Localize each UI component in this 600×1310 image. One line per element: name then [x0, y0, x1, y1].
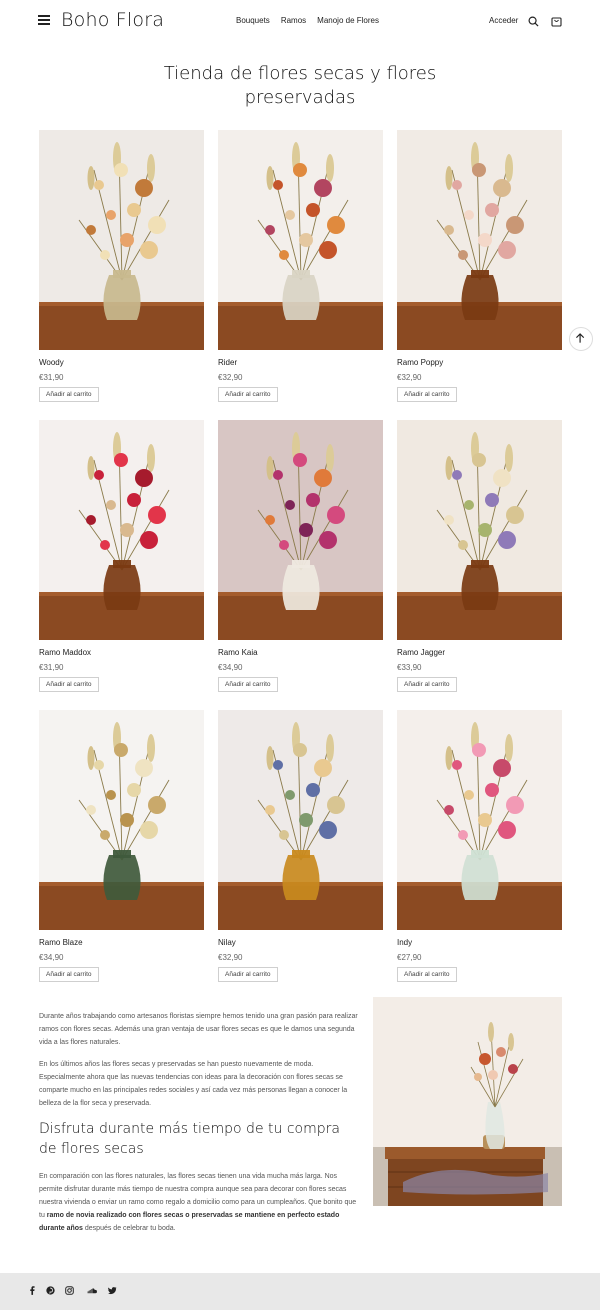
- paragraph-3-end: después de celebrar tu boda.: [82, 1225, 176, 1232]
- product-grid: Woody €31,90 Añadir al carrito Rider €32,90 A…: [39, 130, 562, 1000]
- product-card: Ramo Kaia €34,90 Añadir al carrito: [218, 420, 383, 710]
- product-name[interactable]: Rider: [218, 358, 237, 367]
- product-price: €32,90: [218, 953, 243, 962]
- product-card: Ramo Poppy €32,90 Añadir al carrito: [397, 130, 562, 420]
- product-photo: [218, 710, 383, 930]
- product-name[interactable]: Indy: [397, 938, 412, 947]
- product-photo: [39, 420, 204, 640]
- add-to-cart-button[interactable]: Añadir al carrito: [218, 967, 278, 982]
- about-paragraph-1: Durante años trabajando como artesanos f…: [39, 1013, 358, 1046]
- about-paragraph-3: En comparación con las flores naturales,…: [39, 1170, 359, 1235]
- product-photo: [397, 710, 562, 930]
- add-to-cart-button[interactable]: Añadir al carrito: [218, 387, 278, 402]
- product-card: Ramo Jagger €33,90 Añadir al carrito: [397, 420, 562, 710]
- about-section: Durante años trabajando como artesanos f…: [39, 1010, 359, 1244]
- page-title: Tienda de flores secas y flores preserva…: [163, 63, 437, 108]
- product-card: Ramo Blaze €34,90 Añadir al carrito: [39, 710, 204, 1000]
- product-price: €32,90: [218, 373, 243, 382]
- product-price: €32,90: [397, 373, 422, 382]
- product-price: €34,90: [39, 953, 64, 962]
- product-name[interactable]: Ramo Jagger: [397, 648, 445, 657]
- site-logo[interactable]: Boho Flora: [61, 9, 164, 31]
- bouquet-photo: [373, 997, 562, 1206]
- add-to-cart-button[interactable]: Añadir al carrito: [397, 677, 457, 692]
- product-image[interactable]: [397, 710, 562, 930]
- product-price: €31,90: [39, 373, 64, 382]
- nav-link-ramos[interactable]: Ramos: [281, 16, 306, 25]
- shopping-bag-icon[interactable]: [551, 15, 562, 27]
- main-nav: Bouquets Ramos Manojo de Flores: [236, 16, 379, 25]
- pinterest-icon[interactable]: [46, 1286, 55, 1295]
- add-to-cart-button[interactable]: Añadir al carrito: [39, 677, 99, 692]
- product-name[interactable]: Nilay: [218, 938, 236, 947]
- product-name[interactable]: Ramo Maddox: [39, 648, 91, 657]
- product-image[interactable]: [397, 130, 562, 350]
- product-card: Indy €27,90 Añadir al carrito: [397, 710, 562, 1000]
- product-image[interactable]: [218, 710, 383, 930]
- product-photo: [218, 420, 383, 640]
- product-photo: [397, 130, 562, 350]
- add-to-cart-button[interactable]: Añadir al carrito: [39, 387, 99, 402]
- nav-link-manojo[interactable]: Manojo de Flores: [317, 16, 379, 25]
- add-to-cart-button[interactable]: Añadir al carrito: [397, 967, 457, 982]
- section-heading: Disfruta durante más tiempo de tu compra…: [39, 1121, 340, 1157]
- product-image[interactable]: [397, 420, 562, 640]
- product-card: Ramo Maddox €31,90 Añadir al carrito: [39, 420, 204, 710]
- add-to-cart-button[interactable]: Añadir al carrito: [39, 967, 99, 982]
- site-header: Boho Flora Bouquets Ramos Manojo de Flor…: [0, 0, 600, 42]
- product-price: €34,90: [218, 663, 243, 672]
- product-name[interactable]: Ramo Poppy: [397, 358, 443, 367]
- instagram-icon[interactable]: [65, 1286, 74, 1295]
- product-photo: [39, 130, 204, 350]
- facebook-icon[interactable]: [28, 1286, 37, 1295]
- product-image[interactable]: [39, 130, 204, 350]
- arrow-up-icon: [575, 333, 585, 343]
- product-photo: [397, 420, 562, 640]
- product-image[interactable]: [218, 420, 383, 640]
- product-price: €27,90: [397, 953, 422, 962]
- product-card: Woody €31,90 Añadir al carrito: [39, 130, 204, 420]
- product-image[interactable]: [39, 420, 204, 640]
- product-image[interactable]: [218, 130, 383, 350]
- nav-link-bouquets[interactable]: Bouquets: [236, 16, 270, 25]
- product-photo: [218, 130, 383, 350]
- add-to-cart-button[interactable]: Añadir al carrito: [218, 677, 278, 692]
- site-footer: [0, 1273, 600, 1310]
- about-paragraph-2: En los últimos años las flores secas y p…: [39, 1061, 348, 1107]
- soundcloud-icon[interactable]: [86, 1286, 98, 1295]
- add-to-cart-button[interactable]: Añadir al carrito: [397, 387, 457, 402]
- twitter-icon[interactable]: [108, 1286, 117, 1295]
- product-name[interactable]: Ramo Blaze: [39, 938, 83, 947]
- search-icon[interactable]: [528, 16, 539, 27]
- product-image[interactable]: [39, 710, 204, 930]
- product-name[interactable]: Woody: [39, 358, 64, 367]
- product-price: €31,90: [39, 663, 64, 672]
- product-price: €33,90: [397, 663, 422, 672]
- product-name[interactable]: Ramo Kaia: [218, 648, 258, 657]
- login-link[interactable]: Acceder: [489, 16, 518, 25]
- scroll-to-top-button[interactable]: [569, 327, 593, 351]
- product-card: Nilay €32,90 Añadir al carrito: [218, 710, 383, 1000]
- hamburger-icon[interactable]: [38, 15, 50, 27]
- product-card: Rider €32,90 Añadir al carrito: [218, 130, 383, 420]
- product-photo: [39, 710, 204, 930]
